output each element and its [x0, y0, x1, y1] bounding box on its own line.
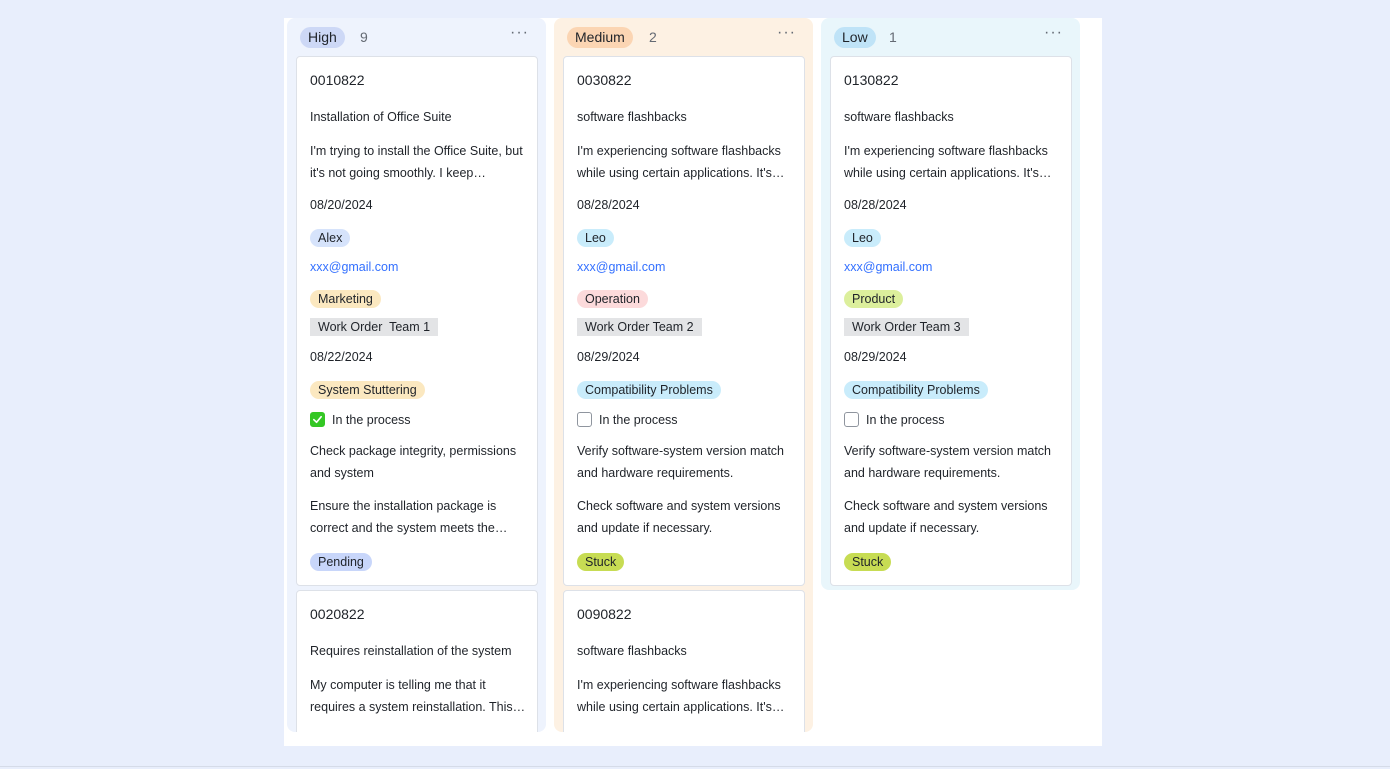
status-badge: Stuck [844, 553, 892, 571]
progress-checkbox-row: In the process [844, 412, 1061, 427]
ticket-title: software flashbacks [577, 644, 687, 658]
priority-pill: Medium [567, 27, 633, 48]
ticket-id: 0090822 [577, 606, 632, 622]
priority-pill: Low [834, 27, 876, 48]
category-tag: Compatibility Problems [577, 381, 721, 399]
status-badge: Pending [310, 553, 372, 571]
due-date: 08/29/2024 [577, 350, 640, 364]
more-options-icon[interactable]: ··· [1044, 24, 1063, 42]
ticket-description: I'm experiencing software flashbacks whi… [844, 144, 1048, 180]
submit-date: 08/20/2024 [310, 198, 373, 212]
category-tag: System Stuttering [310, 381, 425, 399]
team-tag: Work Order Team 1 [310, 318, 439, 336]
solution-text: Check software and system versions and u… [577, 499, 781, 535]
more-options-icon[interactable]: ··· [510, 24, 529, 42]
ticket-title: Installation of Office Suite [310, 110, 452, 124]
ticket-card[interactable]: 0090822 software flashbacks I'm experien… [563, 590, 805, 732]
ticket-description: I'm experiencing software flashbacks whi… [577, 678, 781, 714]
ticket-title: Requires reinstallation of the system [310, 644, 512, 658]
ticket-id: 0010822 [310, 72, 365, 88]
ticket-description: I'm trying to install the Office Suite, … [310, 144, 523, 180]
checkbox-label: In the process [599, 412, 678, 427]
checkbox-label: In the process [332, 412, 411, 427]
ticket-title: software flashbacks [844, 110, 954, 124]
column-medium: Medium 2 ··· 0030822 software flashbacks… [554, 18, 813, 732]
status-badge: Stuck [577, 553, 625, 571]
cause-analysis: Verify software-system version match and… [577, 444, 785, 480]
due-date: 08/29/2024 [844, 350, 907, 364]
email-link[interactable]: xxx@gmail.com [310, 260, 527, 274]
email-link[interactable]: xxx@gmail.com [577, 260, 794, 274]
team-tag: Work Order Team 3 [844, 318, 969, 336]
card-count: 2 [649, 29, 657, 45]
ticket-card[interactable]: 0020822 Requires reinstallation of the s… [296, 590, 538, 732]
priority-pill: High [300, 27, 345, 48]
checkbox-unchecked-icon[interactable] [844, 412, 859, 427]
column-low: Low 1 ··· 0130822 software flashbacks I'… [821, 18, 1080, 590]
category-tag: Compatibility Problems [844, 381, 988, 399]
department-tag: Operation [577, 290, 648, 308]
checkbox-checked-icon[interactable] [310, 412, 325, 427]
checkbox-unchecked-icon[interactable] [577, 412, 592, 427]
team-tag: Work Order Team 2 [577, 318, 702, 336]
cause-analysis: Verify software-system version match and… [844, 444, 1052, 480]
solution-text: Ensure the installation package is corre… [310, 499, 497, 535]
column-header: Medium 2 ··· [554, 18, 813, 56]
due-date: 08/22/2024 [310, 350, 373, 364]
ticket-description: I'm experiencing software flashbacks whi… [577, 144, 781, 180]
column-header: Low 1 ··· [821, 18, 1080, 56]
progress-checkbox-row: In the process [577, 412, 794, 427]
cause-analysis: Check package integrity, permissions and… [310, 444, 517, 480]
ticket-id: 0030822 [577, 72, 632, 88]
progress-checkbox-row: In the process [310, 412, 527, 427]
email-link[interactable]: xxx@gmail.com [844, 260, 1061, 274]
ticket-title: software flashbacks [577, 110, 687, 124]
card-count: 9 [360, 29, 368, 45]
column-header: High 9 ··· [287, 18, 546, 56]
department-tag: Marketing [310, 290, 381, 308]
person-tag: Leo [577, 229, 614, 247]
checkbox-label: In the process [866, 412, 945, 427]
department-tag: Product [844, 290, 904, 308]
divider [0, 766, 1390, 767]
ticket-card[interactable]: 0130822 software flashbacks I'm experien… [830, 56, 1072, 586]
ticket-id: 0130822 [844, 72, 899, 88]
person-tag: Alex [310, 229, 351, 247]
more-options-icon[interactable]: ··· [777, 24, 796, 42]
kanban-board: High 9 ··· 0010822 Installation of Offic… [284, 18, 1102, 746]
ticket-card[interactable]: 0030822 software flashbacks I'm experien… [563, 56, 805, 586]
ticket-card[interactable]: 0010822 Installation of Office Suite I'm… [296, 56, 538, 586]
card-count: 1 [889, 29, 897, 45]
column-high: High 9 ··· 0010822 Installation of Offic… [287, 18, 546, 732]
submit-date: 08/28/2024 [577, 198, 640, 212]
solution-text: Check software and system versions and u… [844, 499, 1048, 535]
submit-date: 08/28/2024 [844, 198, 907, 212]
ticket-description: My computer is telling me that it requir… [310, 678, 513, 714]
person-tag: Leo [844, 229, 881, 247]
ticket-id: 0020822 [310, 606, 365, 622]
